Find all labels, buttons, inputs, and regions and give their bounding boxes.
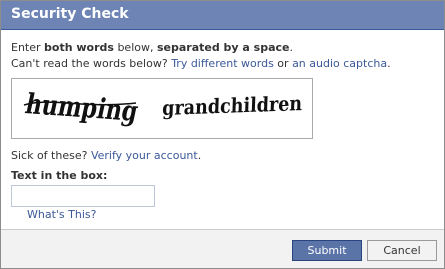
or-text: or — [273, 57, 293, 70]
try-different-words-link[interactable]: Try different words — [171, 57, 274, 70]
captcha-text-input[interactable] — [11, 185, 155, 207]
line2-suffix: . — [387, 57, 391, 70]
dialog-title-bar: Security Check — [1, 1, 444, 30]
verify-suffix: . — [197, 149, 202, 162]
instruction-prefix: Enter — [11, 41, 45, 54]
captcha-word-2: grandchildren — [162, 91, 303, 120]
captcha-word-1: humping — [23, 87, 142, 127]
instruction-suffix: . — [289, 41, 294, 54]
instruction-separated: separated by a space — [156, 41, 290, 54]
whats-this-link[interactable]: What's This? — [27, 208, 96, 221]
verify-account-link[interactable]: Verify your account — [91, 149, 198, 162]
sick-of-these-text: Sick of these? — [11, 149, 91, 162]
instruction-line-2: Can't read the words below? Try differen… — [11, 57, 391, 71]
submit-button[interactable]: Submit — [292, 240, 362, 261]
dialog-footer: Submit Cancel — [1, 229, 444, 268]
dialog-title: Security Check — [11, 6, 129, 22]
audio-captcha-link[interactable]: an audio captcha — [292, 57, 387, 70]
instruction-line-1: Enter both words below, separated by a s… — [11, 41, 293, 55]
verify-line: Sick of these? Verify your account. — [11, 149, 201, 163]
instruction-middle: below, — [113, 41, 157, 54]
security-check-dialog: Security Check Enter both words below, s… — [0, 0, 445, 269]
captcha-image: humping grandchildren — [11, 78, 313, 139]
cant-read-text: Can't read the words below? — [11, 57, 172, 70]
text-in-box-label: Text in the box: — [11, 169, 108, 182]
instruction-both-words: both words — [44, 41, 114, 54]
captcha-drawing: humping grandchildren — [23, 87, 303, 127]
cancel-button[interactable]: Cancel — [367, 240, 437, 261]
